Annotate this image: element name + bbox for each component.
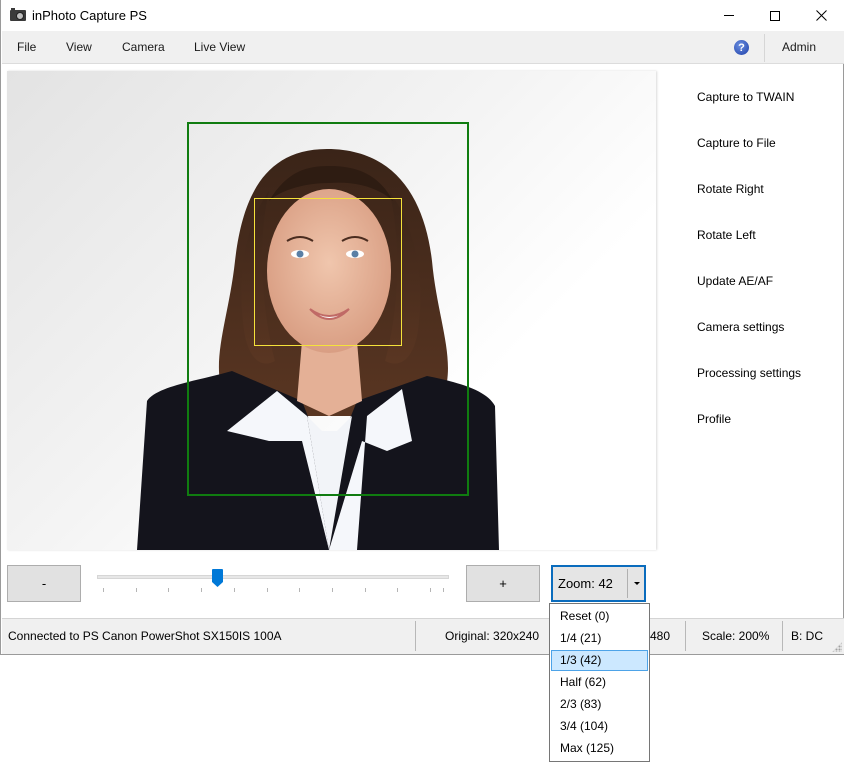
zoom-slider[interactable] (97, 568, 449, 598)
chevron-down-icon[interactable] (634, 582, 640, 585)
slider-thumb[interactable] (212, 569, 224, 587)
help-icon[interactable]: ? (734, 40, 749, 55)
update-ae-af-button[interactable]: Update AE/AF (697, 274, 773, 288)
profile-button[interactable]: Profile (697, 412, 731, 426)
slider-tick (443, 588, 444, 592)
menu-separator (764, 34, 765, 62)
menu-bar: File View Camera Live View ? Admin (2, 31, 844, 64)
camera-settings-button[interactable]: Camera settings (697, 320, 784, 334)
rotate-left-button[interactable]: Rotate Left (697, 228, 756, 242)
menu-file[interactable]: File (17, 40, 36, 54)
maximize-button[interactable] (752, 0, 798, 31)
app-window: inPhoto Capture PS File View Camera Live… (0, 0, 844, 655)
window-title: inPhoto Capture PS (32, 8, 147, 23)
zoom-dropdown-list: Reset (0) 1/4 (21) 1/3 (42) Half (62) 2/3 (8… (549, 603, 650, 762)
zoom-option[interactable]: 3/4 (104) (551, 716, 648, 737)
slider-tick (364, 588, 366, 592)
live-preview-image[interactable] (7, 71, 656, 550)
scale-status: Scale: 200% (702, 629, 770, 643)
mode-status: B: DC (791, 629, 824, 643)
slider-tick (266, 588, 268, 592)
slider-track (97, 575, 449, 579)
menu-camera[interactable]: Camera (122, 40, 165, 54)
zoom-option[interactable]: Half (62) (551, 672, 648, 693)
slider-tick (103, 588, 104, 592)
slider-tick (397, 588, 399, 592)
menu-view[interactable]: View (66, 40, 92, 54)
zoom-option[interactable]: 1/3 (42) (551, 650, 648, 671)
status-separator (415, 621, 416, 651)
rotate-right-button[interactable]: Rotate Right (697, 182, 764, 196)
processing-settings-button[interactable]: Processing settings (697, 366, 801, 380)
slider-tick (299, 588, 301, 592)
menu-admin[interactable]: Admin (782, 40, 816, 54)
zoom-option[interactable]: 1/4 (21) (551, 628, 648, 649)
zoom-value: Zoom: 42 (558, 576, 613, 591)
minimize-icon (724, 15, 734, 16)
capture-to-twain-button[interactable]: Capture to TWAIN (697, 90, 794, 104)
output-size: 480 (650, 629, 671, 643)
slider-tick (168, 588, 170, 592)
minimize-button[interactable] (706, 0, 752, 31)
face-detection-box (254, 198, 402, 346)
slider-tick (135, 588, 137, 592)
status-bar: Connected to PS Canon PowerShot SX150IS … (2, 618, 844, 654)
camera-icon (10, 8, 26, 21)
zoom-in-button[interactable]: + (466, 565, 540, 602)
capture-to-file-button[interactable]: Capture to File (697, 136, 776, 150)
slider-tick (201, 588, 203, 592)
zoom-option[interactable]: Reset (0) (551, 606, 648, 627)
slider-tick (233, 588, 235, 592)
maximize-icon (770, 10, 780, 21)
slider-tick (430, 588, 431, 592)
zoom-out-button[interactable]: - (7, 565, 81, 602)
original-size: Original: 320x240 (445, 629, 540, 643)
connection-status: Connected to PS Canon PowerShot SX150IS … (8, 629, 282, 643)
zoom-option[interactable]: Max (125) (551, 738, 648, 759)
status-separator (685, 621, 686, 651)
close-button[interactable] (798, 0, 844, 31)
zoom-combobox[interactable]: Zoom: 42 (551, 565, 646, 602)
title-bar[interactable]: inPhoto Capture PS (1, 0, 844, 31)
status-separator (782, 621, 783, 651)
menu-live-view[interactable]: Live View (194, 40, 245, 54)
zoom-option[interactable]: 2/3 (83) (551, 694, 648, 715)
slider-tick (331, 588, 333, 592)
resize-grip[interactable] (832, 642, 842, 652)
close-icon (815, 10, 827, 21)
combo-separator (627, 569, 628, 598)
